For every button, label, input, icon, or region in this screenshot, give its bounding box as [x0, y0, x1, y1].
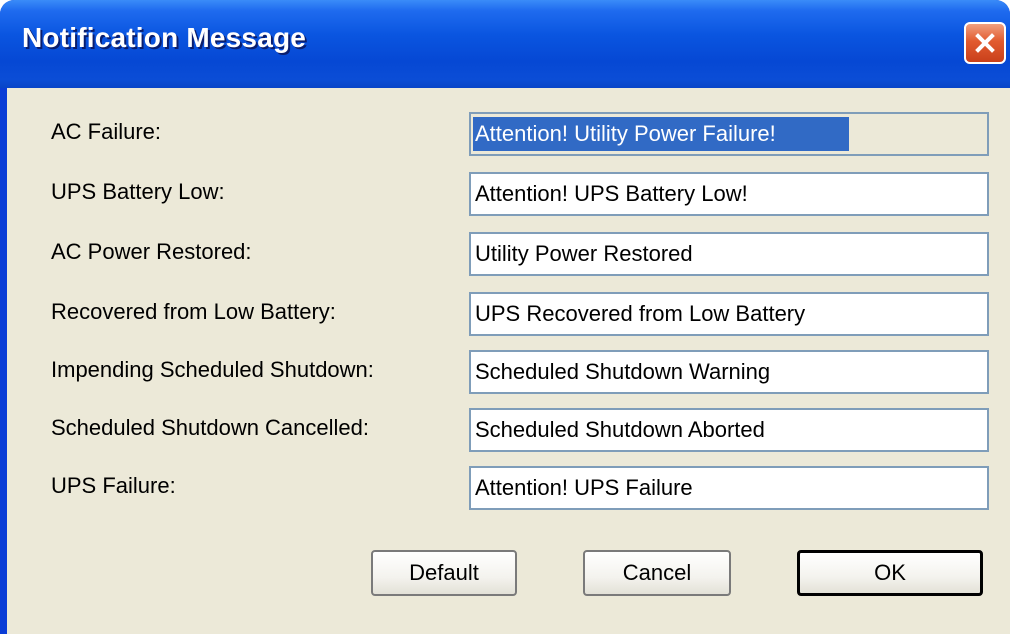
label-recovered-low-battery: Recovered from Low Battery: — [51, 299, 336, 324]
recovered-low-battery-field[interactable] — [469, 292, 989, 336]
shutdown-cancelled-field[interactable] — [469, 408, 989, 452]
default-button[interactable]: Default — [371, 550, 517, 596]
close-button[interactable] — [964, 22, 1006, 64]
label-ac-failure: AC Failure: — [51, 119, 162, 144]
cancel-button[interactable]: Cancel — [583, 550, 731, 596]
window-title: Notification Message — [22, 22, 307, 53]
title-bar[interactable]: Notification Message — [0, 0, 1010, 88]
label-ac-power-restored: AC Power Restored: — [51, 239, 252, 264]
dialog-window: Notification Message AC Failure: UPS Bat… — [0, 0, 1010, 634]
label-shutdown-cancelled: Scheduled Shutdown Cancelled: — [51, 415, 370, 440]
ac-failure-field[interactable] — [469, 112, 989, 156]
label-impending-shutdown: Impending Scheduled Shutdown: — [51, 357, 374, 382]
label-ups-battery-low: UPS Battery Low: — [51, 179, 225, 204]
ups-battery-low-field[interactable] — [469, 172, 989, 216]
label-ups-failure: UPS Failure: — [51, 473, 176, 498]
impending-shutdown-field[interactable] — [469, 350, 989, 394]
ok-button[interactable]: OK — [797, 550, 983, 596]
ac-power-restored-field[interactable] — [469, 232, 989, 276]
ups-failure-field[interactable] — [469, 466, 989, 510]
dialog-body: AC Failure: UPS Battery Low: AC Power Re… — [7, 88, 1010, 634]
close-icon — [975, 33, 995, 53]
